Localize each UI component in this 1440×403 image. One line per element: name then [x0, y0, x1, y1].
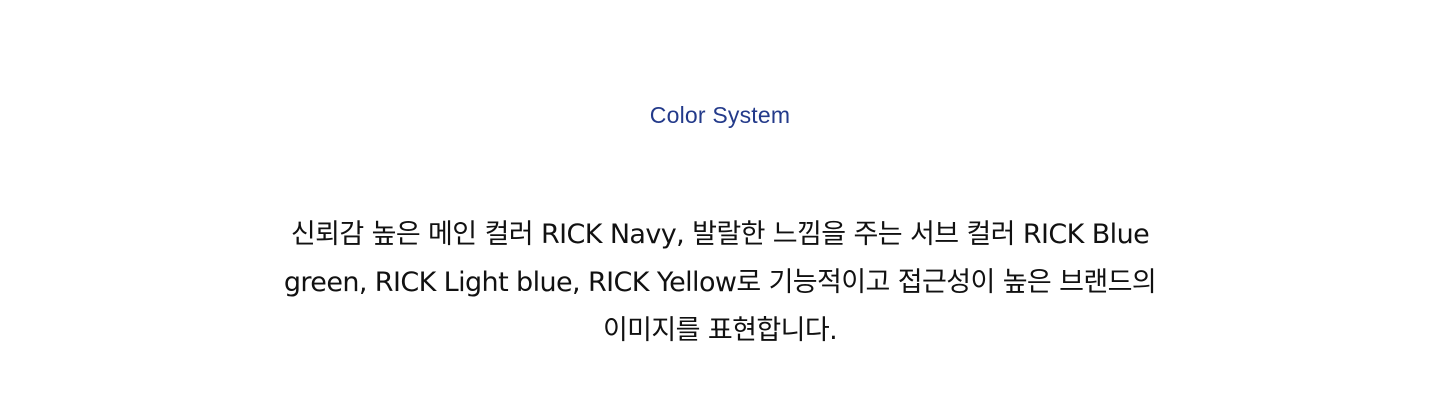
- section-description: 신뢰감 높은 메인 컬러 RICK Navy, 발랄한 느낌을 주는 서브 컬러…: [250, 211, 1190, 355]
- color-system-section: Color System 신뢰감 높은 메인 컬러 RICK Navy, 발랄한…: [0, 0, 1440, 403]
- description-line-1: 신뢰감 높은 메인 컬러 RICK Navy, 발랄한 느낌을 주는 서브 컬러…: [290, 219, 1150, 250]
- section-eyebrow-title: Color System: [649, 102, 791, 128]
- description-line-3: 이미지를 표현합니다.: [602, 315, 838, 346]
- description-line-2: green, RICK Light blue, RICK Yellow로 기능적…: [283, 267, 1157, 298]
